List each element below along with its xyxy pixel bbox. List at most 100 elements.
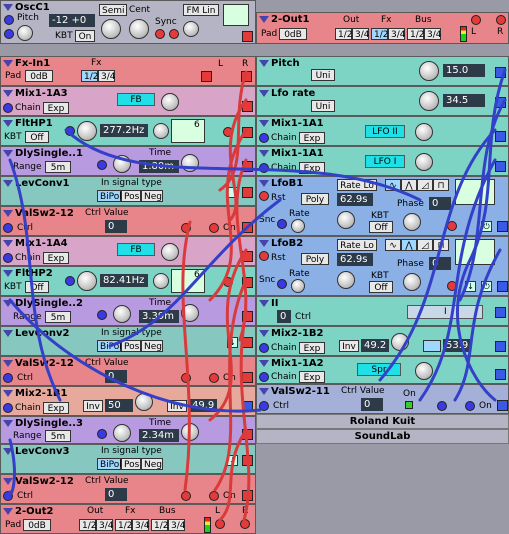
time-mod-jack[interactable] xyxy=(97,310,107,320)
delay-output[interactable] xyxy=(242,429,253,440)
input-jack-1[interactable] xyxy=(181,373,191,383)
module-mix2-1b1[interactable]: Mix2-1B1 Chain Exp Inv 50 Inv 49.9 xyxy=(0,386,256,416)
level1-knob[interactable] xyxy=(391,333,409,351)
poly-button[interactable]: Poly xyxy=(301,253,329,265)
rate-mod-jack[interactable] xyxy=(277,279,287,289)
power-icon[interactable]: ⏻ xyxy=(481,221,492,232)
module-mix1-1a3[interactable]: Mix1-1A3 Chain Exp FB xyxy=(0,86,256,116)
rate-knob[interactable] xyxy=(337,271,355,289)
fb-button[interactable]: FB xyxy=(117,93,155,106)
pitch-input-jack[interactable] xyxy=(4,15,14,25)
exp-button[interactable]: Exp xyxy=(299,342,325,354)
inv-button[interactable]: Inv xyxy=(339,340,359,352)
pos-button[interactable]: Pos xyxy=(121,458,141,470)
module-mix1-1a4[interactable]: Mix1-1A4 Chain Exp FB xyxy=(0,236,256,266)
rate-mod-jack[interactable] xyxy=(277,219,287,229)
mix-output[interactable] xyxy=(242,101,253,112)
module-valsw2-12-c[interactable]: ValSw2-12 Ctrl Ctrl Value 0 On xyxy=(0,474,256,504)
level-knob[interactable] xyxy=(415,153,433,171)
mod-knob[interactable] xyxy=(113,305,131,323)
collapse-icon[interactable] xyxy=(3,120,13,127)
pitch-output[interactable] xyxy=(495,67,506,78)
level-knob[interactable] xyxy=(161,243,179,261)
range-select[interactable]: 5m xyxy=(45,311,71,323)
mod-input-jack[interactable] xyxy=(4,29,14,39)
right-input-jack[interactable] xyxy=(496,15,506,25)
levconv-output[interactable] xyxy=(242,337,253,348)
chain-input-jack[interactable] xyxy=(3,403,13,413)
input-jack-2[interactable] xyxy=(209,223,219,233)
freq-mod-jack[interactable] xyxy=(65,276,75,286)
module-2-out2[interactable]: 2-Out2 Pad 0dB Out Fx Bus 1/2 3/4 1/2 3/… xyxy=(0,504,256,534)
mod-knob[interactable] xyxy=(113,424,131,442)
pos-button[interactable]: Pos xyxy=(121,190,141,202)
mod-knob[interactable] xyxy=(153,273,169,289)
rate-mode-button[interactable]: Rate Lo xyxy=(337,239,377,251)
collapse-icon[interactable] xyxy=(3,478,13,485)
wave-tri-button[interactable]: ⋀ xyxy=(401,239,417,251)
ctrl-output[interactable] xyxy=(495,307,506,318)
exp-button[interactable]: Exp xyxy=(43,102,69,114)
fx-opt-1[interactable]: 1/2 xyxy=(371,28,388,40)
collapse-icon[interactable] xyxy=(3,360,13,367)
delay-output[interactable] xyxy=(242,161,253,172)
chain-input-jack[interactable] xyxy=(259,343,269,353)
lfo-output[interactable] xyxy=(497,281,508,292)
chain-input-jack[interactable] xyxy=(259,372,269,382)
ctrl-input-jack[interactable] xyxy=(3,373,13,383)
fm-knob[interactable] xyxy=(183,21,199,37)
input-jack-1[interactable] xyxy=(181,491,191,501)
bipol-button[interactable]: BiPol xyxy=(97,190,122,202)
pos-button[interactable]: Pos xyxy=(121,340,141,352)
collapse-icon[interactable] xyxy=(3,210,13,217)
sync-input-jack[interactable] xyxy=(155,29,165,39)
semi-button[interactable]: Semi xyxy=(99,4,127,16)
collapse-icon[interactable] xyxy=(259,16,269,23)
range-select[interactable]: 5m xyxy=(45,430,71,442)
right-input-jack[interactable] xyxy=(240,519,250,529)
phase-knob[interactable] xyxy=(403,213,421,231)
ctrl-input-jack[interactable] xyxy=(259,401,269,411)
mod-knob[interactable] xyxy=(113,155,131,173)
uni-button[interactable]: Uni xyxy=(311,69,335,81)
semi-knob[interactable] xyxy=(101,19,121,39)
left-input-jack[interactable] xyxy=(215,519,225,529)
filter-output[interactable] xyxy=(242,277,253,288)
mix-output[interactable] xyxy=(242,401,253,412)
phase-knob[interactable] xyxy=(403,273,421,291)
chain-input-jack[interactable] xyxy=(3,253,13,263)
collapse-icon[interactable] xyxy=(259,60,269,67)
kbt-button[interactable]: Off xyxy=(369,281,393,293)
input-jack-1[interactable] xyxy=(181,223,191,233)
ctrl-input-jack[interactable] xyxy=(3,491,13,501)
collapse-icon[interactable] xyxy=(259,360,269,367)
module-2-out1[interactable]: 2-Out1 Pad 0dB Out Fx Bus 1/2 3/4 1/2 3/… xyxy=(256,12,509,44)
fx-opt-1[interactable]: 1/2 xyxy=(115,519,132,531)
chain-input-jack[interactable] xyxy=(259,133,269,143)
collapse-icon[interactable] xyxy=(3,240,13,247)
module-oscc1[interactable]: OscC1 Pitch -12 +0 KBT On Semi Cent Sync… xyxy=(0,0,256,44)
time-mod-jack[interactable] xyxy=(97,429,107,439)
module-levconv1[interactable]: LevConv1 In signal type BiPol Pos Neg xyxy=(0,176,256,206)
collapse-icon[interactable] xyxy=(3,420,13,427)
time-knob[interactable] xyxy=(181,304,199,322)
neg-button[interactable]: Neg xyxy=(141,190,163,202)
mix-output[interactable] xyxy=(495,161,506,172)
collapse-icon[interactable] xyxy=(3,90,13,97)
level1-knob[interactable] xyxy=(135,393,153,411)
left-output[interactable] xyxy=(201,71,212,82)
pad-button[interactable]: 0dB xyxy=(279,28,307,40)
lfo-ii-button[interactable]: LFO II xyxy=(365,125,405,138)
uni-button[interactable]: Uni xyxy=(311,100,335,112)
module-levconv2[interactable]: LevConv2 In signal type BiPol Pos Neg ↓ xyxy=(0,326,256,356)
inv2-button[interactable] xyxy=(423,340,441,352)
exp-button[interactable]: Exp xyxy=(299,371,325,383)
pad-button[interactable]: 0dB xyxy=(23,519,51,531)
mix-output[interactable] xyxy=(495,341,506,352)
rate-knob[interactable] xyxy=(419,91,439,111)
fm-input-jack[interactable] xyxy=(169,29,179,39)
filter-output[interactable] xyxy=(242,127,253,138)
rate-mod-knob[interactable] xyxy=(291,219,305,233)
module-dlysingle-3[interactable]: DlySingle..3 Range 5m Time 2.34m xyxy=(0,416,256,444)
wave-saw-button[interactable]: ◿ xyxy=(417,179,433,191)
